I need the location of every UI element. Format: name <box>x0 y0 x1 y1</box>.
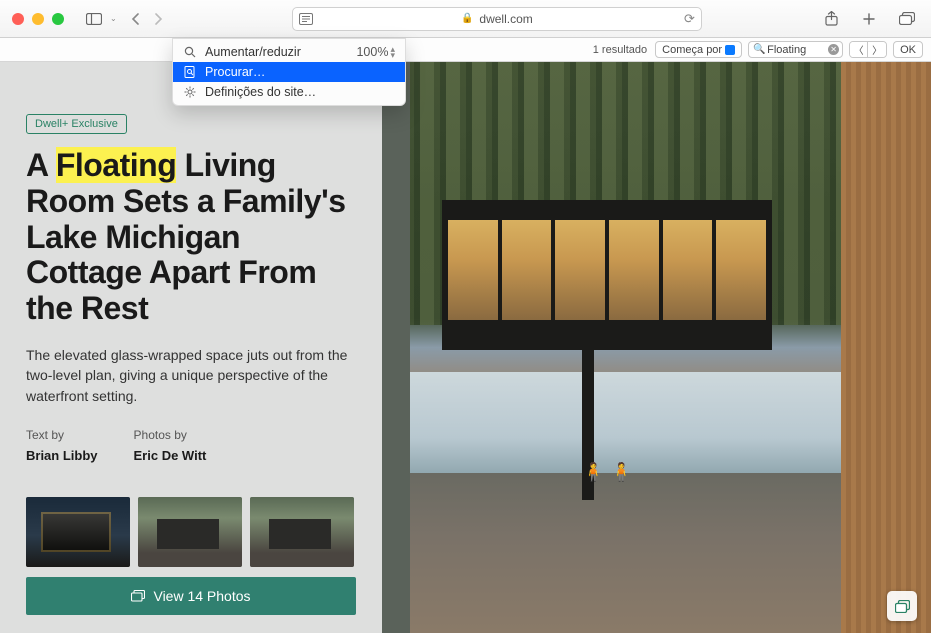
find-query-text: Floating <box>767 44 806 56</box>
page-content: Dwell+ Exclusive A Floating Living Room … <box>0 62 931 633</box>
menu-item-find[interactable]: Procurar… <box>173 62 405 82</box>
clear-find-button[interactable]: ✕ <box>828 44 839 55</box>
text-by-name[interactable]: Brian Libby <box>26 448 98 463</box>
article-headline: A Floating Living Room Sets a Family's L… <box>26 148 356 327</box>
expand-gallery-button[interactable] <box>887 591 917 621</box>
browser-toolbar: ⌄ 🔒 dwell.com ⟳ <box>0 0 931 38</box>
back-button[interactable] <box>125 9 147 29</box>
credit-photos-by: Photos by Eric De Witt <box>134 428 207 463</box>
find-highlight: Floating <box>56 147 176 183</box>
page-format-icon[interactable] <box>299 13 313 25</box>
menu-item-site-settings[interactable]: Definições do site… <box>173 82 405 102</box>
hero-image[interactable]: 🧍🧍 <box>382 62 931 633</box>
forward-button[interactable] <box>147 9 169 29</box>
find-result-count: 1 resultado <box>593 44 647 56</box>
magnifier-icon <box>183 46 197 58</box>
stepper-icon: ▴▾ <box>390 46 395 58</box>
menu-zoom-value-stepper[interactable]: 100% ▴▾ <box>356 45 395 59</box>
photos-by-label: Photos by <box>134 428 207 442</box>
find-page-icon <box>183 66 197 78</box>
thumbnail[interactable] <box>250 497 354 567</box>
menu-settings-label: Definições do site… <box>205 85 316 99</box>
exclusive-badge[interactable]: Dwell+ Exclusive <box>26 114 127 134</box>
navigation-arrows <box>125 9 169 29</box>
menu-find-label: Procurar… <box>205 65 265 79</box>
find-nav: 〈 〉 <box>849 41 887 58</box>
find-done-button[interactable]: OK <box>893 41 923 58</box>
view-photos-button[interactable]: View 14 Photos <box>26 577 356 615</box>
lock-icon: 🔒 <box>461 13 473 24</box>
menu-zoom-label: Aumentar/reduzir <box>205 45 301 59</box>
thumbnail-strip <box>26 497 356 567</box>
address-bar[interactable]: 🔒 dwell.com ⟳ <box>292 7 702 31</box>
find-input[interactable]: 🔍 Floating ✕ <box>748 41 843 58</box>
page-format-menu: Aumentar/reduzir 100% ▴▾ Procurar… Defin… <box>172 38 406 106</box>
article-panel: Dwell+ Exclusive A Floating Living Room … <box>0 62 382 633</box>
maximize-window-button[interactable] <box>52 13 64 25</box>
find-mode-dropdown[interactable]: Começa por <box>655 41 742 58</box>
window-controls <box>12 13 64 25</box>
tab-overview-button[interactable] <box>895 9 919 29</box>
article-credits: Text by Brian Libby Photos by Eric De Wi… <box>26 428 356 463</box>
find-next-button[interactable]: 〉 <box>868 42 886 57</box>
find-bar: 1 resultado Começa por 🔍 Floating ✕ 〈 〉 … <box>0 38 931 62</box>
close-window-button[interactable] <box>12 13 24 25</box>
credit-text-by: Text by Brian Libby <box>26 428 98 463</box>
sidebar-menu-chevron-icon[interactable]: ⌄ <box>110 14 117 23</box>
find-mode-label: Começa por <box>662 44 722 56</box>
find-prev-button[interactable]: 〈 <box>850 42 868 57</box>
sidebar-toggle-button[interactable] <box>82 9 106 29</box>
text-by-label: Text by <box>26 428 98 442</box>
gear-icon <box>183 86 197 98</box>
thumbnail[interactable] <box>138 497 242 567</box>
share-button[interactable] <box>819 9 843 29</box>
reload-button[interactable]: ⟳ <box>684 11 695 27</box>
minimize-window-button[interactable] <box>32 13 44 25</box>
find-mode-indicator-icon <box>725 45 735 55</box>
address-bar-domain: dwell.com <box>479 12 532 26</box>
menu-item-zoom[interactable]: Aumentar/reduzir 100% ▴▾ <box>173 42 405 62</box>
search-icon: 🔍 <box>753 44 765 55</box>
article-subhead: The elevated glass-wrapped space juts ou… <box>26 345 356 406</box>
thumbnail[interactable] <box>26 497 130 567</box>
photos-by-name[interactable]: Eric De Witt <box>134 448 207 463</box>
new-tab-button[interactable] <box>857 9 881 29</box>
gallery-icon <box>131 590 145 602</box>
